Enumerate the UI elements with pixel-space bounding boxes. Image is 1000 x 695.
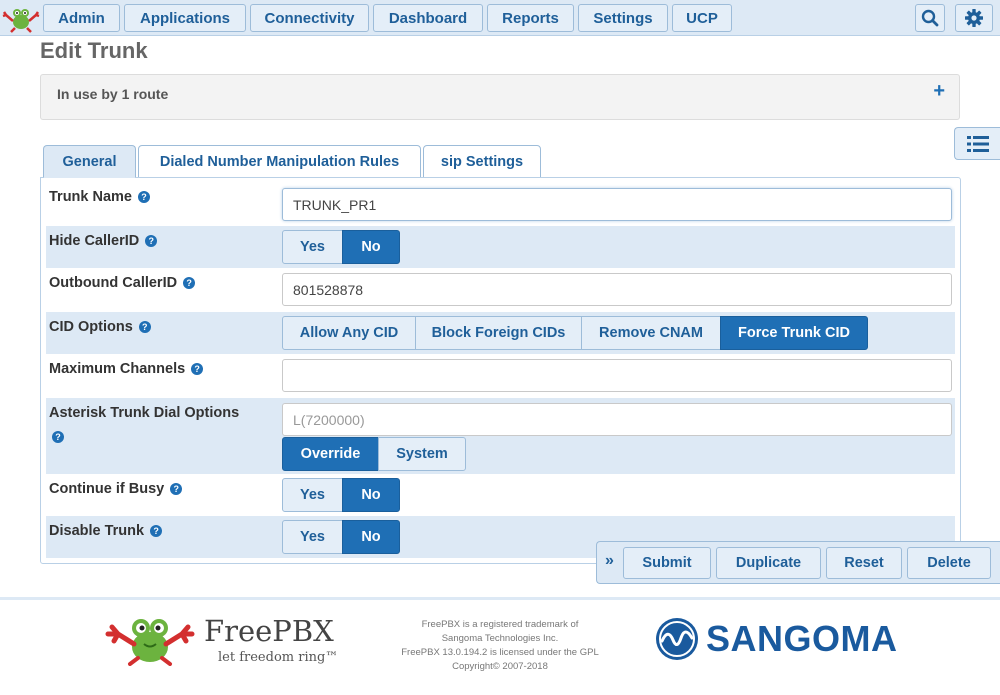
nav-admin[interactable]: Admin	[43, 4, 120, 32]
help-icon[interactable]: ?	[138, 191, 150, 203]
nav-ucp[interactable]: UCP	[672, 4, 732, 32]
nav-settings[interactable]: Settings	[578, 4, 668, 32]
dial-options-toggle: Override System	[282, 437, 466, 471]
footer: FreePBX let freedom ring™ FreePBX is a r…	[0, 597, 1000, 695]
legal-notice: FreePBX is a registered trademark of San…	[380, 618, 620, 674]
help-icon[interactable]: ?	[170, 483, 183, 495]
freepbx-tagline: let freedom ring™	[218, 650, 339, 665]
maximum-channels-input[interactable]	[282, 359, 952, 392]
hide-callerid-toggle: Yes No	[282, 230, 400, 264]
outbound-callerid-label: Outbound CallerID?	[49, 275, 196, 291]
cid-allow-any[interactable]: Allow Any CID	[282, 316, 416, 350]
in-use-panel[interactable]: In use by 1 route +	[40, 74, 960, 120]
cid-force-trunk[interactable]: Force Trunk CID	[720, 316, 868, 350]
in-use-label: In use by 1 route	[57, 86, 169, 102]
duplicate-button[interactable]: Duplicate	[716, 547, 821, 579]
freepbx-logo-text: FreePBX	[204, 614, 334, 648]
reset-button[interactable]: Reset	[826, 547, 902, 579]
outbound-callerid-row: Outbound CallerID? 801528878	[46, 268, 955, 312]
disable-trunk-no[interactable]: No	[342, 520, 400, 554]
settings-button[interactable]	[955, 4, 993, 32]
cid-options-label: CID Options?	[49, 319, 151, 335]
freepbx-home-icon[interactable]	[2, 3, 40, 33]
dial-options-override[interactable]: Override	[282, 437, 379, 471]
top-navigation: Admin Applications Connectivity Dashboar…	[0, 0, 1000, 36]
help-icon[interactable]: ?	[145, 235, 158, 247]
nav-reports[interactable]: Reports	[487, 4, 574, 32]
hide-callerid-label: Hide CallerID?	[49, 233, 158, 249]
nav-dashboard[interactable]: Dashboard	[373, 4, 483, 32]
continue-if-busy-row: Continue if Busy? Yes No	[46, 474, 955, 516]
dial-options-input[interactable]: L(7200000)	[282, 403, 952, 436]
help-icon[interactable]: ?	[183, 277, 196, 289]
double-chevron-icon[interactable]: »	[605, 552, 614, 570]
help-icon[interactable]: ?	[191, 363, 204, 375]
gear-icon	[965, 9, 983, 27]
plus-icon[interactable]: +	[933, 80, 945, 103]
cid-options-row: CID Options? Allow Any CID Block Foreign…	[46, 312, 955, 354]
trunk-name-input[interactable]: TRUNK_PR1	[282, 188, 952, 221]
legal-line: FreePBX is a registered trademark of	[421, 619, 579, 630]
legal-line: FreePBX 13.0.194.2 is licensed under the…	[401, 647, 599, 658]
maximum-channels-label: Maximum Channels?	[49, 361, 204, 377]
side-menu-toggle[interactable]	[954, 127, 1000, 160]
maximum-channels-row: Maximum Channels?	[46, 354, 955, 398]
continue-if-busy-no[interactable]: No	[342, 478, 400, 512]
tab-general[interactable]: General	[43, 145, 136, 178]
hide-callerid-yes[interactable]: Yes	[282, 230, 343, 264]
continue-if-busy-yes[interactable]: Yes	[282, 478, 343, 512]
continue-if-busy-label: Continue if Busy?	[49, 481, 183, 497]
page-title: Edit Trunk	[40, 38, 148, 63]
dial-options-row: Asterisk Trunk Dial Options ? L(7200000)…	[46, 398, 955, 474]
outbound-callerid-input[interactable]: 801528878	[282, 273, 952, 306]
cid-options-toggle: Allow Any CID Block Foreign CIDs Remove …	[282, 316, 868, 350]
trunk-name-row: Trunk Name? TRUNK_PR1	[46, 182, 955, 225]
sangoma-logo-icon[interactable]	[654, 616, 700, 662]
trunk-name-label: Trunk Name?	[49, 189, 150, 205]
continue-if-busy-toggle: Yes No	[282, 478, 400, 512]
dial-options-label: Asterisk Trunk Dial Options	[49, 405, 240, 421]
cid-remove-cnam[interactable]: Remove CNAM	[581, 316, 721, 350]
search-icon	[921, 9, 939, 27]
hide-callerid-row: Hide CallerID? Yes No	[46, 226, 955, 268]
disable-trunk-toggle: Yes No	[282, 520, 400, 554]
legal-line: Sangoma Technologies Inc.	[441, 633, 559, 644]
tab-sip-settings[interactable]: sip Settings	[423, 145, 541, 178]
list-icon	[966, 135, 989, 152]
help-icon[interactable]: ?	[52, 431, 64, 443]
delete-button[interactable]: Delete	[907, 547, 991, 579]
sangoma-logo-text: SANGOMA	[706, 618, 898, 659]
nav-applications[interactable]: Applications	[124, 4, 246, 32]
disable-trunk-yes[interactable]: Yes	[282, 520, 343, 554]
hide-callerid-no[interactable]: No	[342, 230, 400, 264]
help-icon[interactable]: ?	[138, 321, 151, 333]
cid-block-foreign[interactable]: Block Foreign CIDs	[415, 316, 582, 350]
nav-connectivity[interactable]: Connectivity	[250, 4, 369, 32]
submit-button[interactable]: Submit	[623, 547, 711, 579]
action-bar: » Submit Duplicate Reset Delete	[596, 541, 1000, 584]
tab-dialed-number-manipulation-rules[interactable]: Dialed Number Manipulation Rules	[138, 145, 421, 178]
dial-options-system[interactable]: System	[378, 437, 466, 471]
freepbx-frog-logo-icon[interactable]	[104, 614, 196, 666]
help-icon[interactable]: ?	[150, 525, 163, 537]
legal-line: Copyright© 2007-2018	[452, 661, 548, 672]
disable-trunk-label: Disable Trunk?	[49, 523, 163, 539]
search-button[interactable]	[915, 4, 945, 32]
